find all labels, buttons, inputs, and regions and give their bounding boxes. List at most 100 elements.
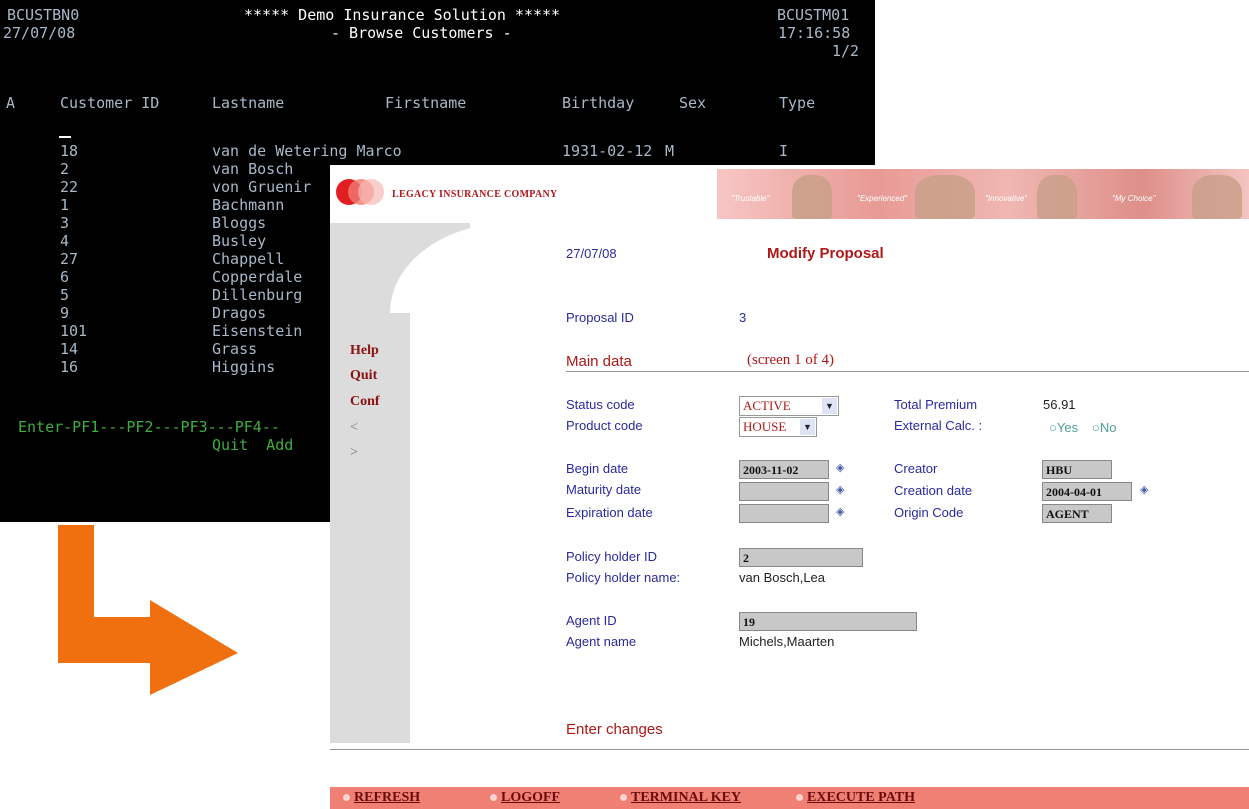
banner-person-image <box>915 175 975 219</box>
slogan-text: "Trustable" <box>731 194 770 203</box>
total-premium-value: 56.91 <box>1043 397 1076 412</box>
col-birthday: Birthday <box>562 94 635 112</box>
row-id[interactable]: 3 <box>60 214 69 232</box>
calendar-icon[interactable]: ◈ <box>836 505 844 518</box>
section-title: Main data <box>566 353 632 370</box>
row-id[interactable]: 101 <box>60 322 87 340</box>
origin-code-label: Origin Code <box>894 505 964 520</box>
footer-divider <box>330 749 1249 750</box>
agent-id-field[interactable]: 19 <box>739 612 917 631</box>
terminal-time: 17:16:58 <box>778 24 851 42</box>
banner-photo-strip: "Trustable" "Experienced" "Innovative" "… <box>717 169 1249 219</box>
status-message: Enter changes <box>566 721 663 738</box>
company-name: LEGACY INSURANCE COMPANY <box>392 189 558 200</box>
page-title: Modify Proposal <box>767 245 884 262</box>
creation-date-field: 2004-04-01 <box>1042 482 1132 501</box>
chevron-down-icon[interactable]: ▼ <box>822 398 837 414</box>
row-name: Chappell <box>212 250 285 268</box>
row-sex: M <box>665 142 675 160</box>
creator-field: HBU <box>1042 460 1112 479</box>
calendar-icon[interactable]: ◈ <box>836 461 844 474</box>
terminal-date: 27/07/08 <box>3 24 76 42</box>
row-id[interactable]: 18 <box>60 142 78 160</box>
slogan-text: "Innovative" <box>985 194 1028 203</box>
col-firstname: Firstname <box>385 94 467 112</box>
bullet-icon <box>343 794 350 802</box>
row-id[interactable]: 6 <box>60 268 69 286</box>
menu-next[interactable]: > <box>350 445 358 461</box>
origin-code-field: AGENT <box>1042 504 1112 523</box>
row-birthday: 1931-02-12 <box>562 142 653 160</box>
logoff-button[interactable]: LOGOFF <box>490 790 560 806</box>
row-name: Grass <box>212 340 258 358</box>
proposal-id-value: 3 <box>739 310 747 325</box>
banner-person-image <box>792 175 832 219</box>
product-code-select[interactable]: HOUSE ▼ <box>739 417 817 437</box>
menu-previous[interactable]: < <box>350 420 358 436</box>
screen-id: BCUSTM01 <box>777 6 850 24</box>
row-id[interactable]: 5 <box>60 286 69 304</box>
menu-conf[interactable]: Conf <box>350 394 380 410</box>
expiration-date-label: Expiration date <box>566 505 653 520</box>
policy-holder-id-field[interactable]: 2 <box>739 548 863 567</box>
row-id[interactable]: 27 <box>60 250 78 268</box>
row-name: Dillenburg <box>212 286 303 304</box>
web-application-window: LEGACY INSURANCE COMPANY "Trustable" "Ex… <box>330 165 1249 809</box>
calendar-icon[interactable]: ◈ <box>836 483 844 496</box>
terminal-title: ***** Demo Insurance Solution ***** <box>244 6 561 24</box>
begin-date-field[interactable]: 2003-11-02 <box>739 460 829 479</box>
bullet-icon <box>620 794 627 802</box>
maturity-date-label: Maturity date <box>566 482 642 497</box>
row-name: Eisenstein <box>212 322 303 340</box>
slogan-text: "My Choice" <box>1112 194 1156 203</box>
terminal-cursor <box>59 136 71 138</box>
logo-ring-icon <box>358 179 384 205</box>
maturity-date-field[interactable] <box>739 482 829 501</box>
row-id[interactable]: 16 <box>60 358 78 376</box>
row-name: van de Wetering Marco <box>212 142 402 160</box>
row-id[interactable]: 14 <box>60 340 78 358</box>
creator-label: Creator <box>894 461 938 476</box>
status-code-label: Status code <box>566 397 635 412</box>
row-id[interactable]: 2 <box>60 160 69 178</box>
row-name: Bloggs <box>212 214 267 232</box>
col-sex: Sex <box>679 94 707 112</box>
pf-key-labels: Quit Add <box>212 436 294 454</box>
pf-key-line: Enter-PF1---PF2---PF3---PF4-- <box>18 418 280 436</box>
col-type: Type <box>779 94 816 112</box>
slogan-text: "Experienced" <box>857 194 908 203</box>
agent-name-label: Agent name <box>566 634 637 649</box>
terminal-key-button[interactable]: TERMINAL KEY <box>620 790 741 806</box>
chevron-down-icon[interactable]: ▼ <box>800 419 815 435</box>
refresh-button[interactable]: REFRESH <box>343 790 420 806</box>
terminal-subtitle: - Browse Customers - <box>331 24 512 42</box>
calendar-icon[interactable]: ◈ <box>1140 483 1148 496</box>
begin-date-label: Begin date <box>566 461 629 476</box>
row-name: Bachmann <box>212 196 285 214</box>
expiration-date-field[interactable] <box>739 504 829 523</box>
creation-date-label: Creation date <box>894 483 973 498</box>
row-name: Copperdale <box>212 268 303 286</box>
total-premium-label: Total Premium <box>894 397 978 412</box>
menu-help[interactable]: Help <box>350 343 379 359</box>
policy-holder-name-value: van Bosch,Lea <box>739 570 826 585</box>
row-name: Higgins <box>212 358 276 376</box>
row-id[interactable]: 4 <box>60 232 69 250</box>
row-name: van Bosch <box>212 160 294 178</box>
row-type: I <box>779 142 789 160</box>
row-id[interactable]: 22 <box>60 178 78 196</box>
menu-quit[interactable]: Quit <box>350 368 377 384</box>
banner-person-image <box>1192 175 1242 219</box>
policy-holder-name-label: Policy holder name: <box>566 570 681 585</box>
program-id: BCUSTBN0 <box>7 6 80 24</box>
row-name: Dragos <box>212 304 267 322</box>
external-calc-no-radio[interactable]: ○No <box>1092 420 1116 435</box>
row-name: Busley <box>212 232 267 250</box>
execute-path-button[interactable]: EXECUTE PATH <box>796 790 915 806</box>
status-code-select[interactable]: ACTIVE ▼ <box>739 396 839 416</box>
external-calc-yes-radio[interactable]: ○Yes <box>1049 420 1078 435</box>
bullet-icon <box>796 794 803 802</box>
row-id[interactable]: 1 <box>60 196 69 214</box>
proposal-id-label: Proposal ID <box>566 310 634 325</box>
row-id[interactable]: 9 <box>60 304 69 322</box>
